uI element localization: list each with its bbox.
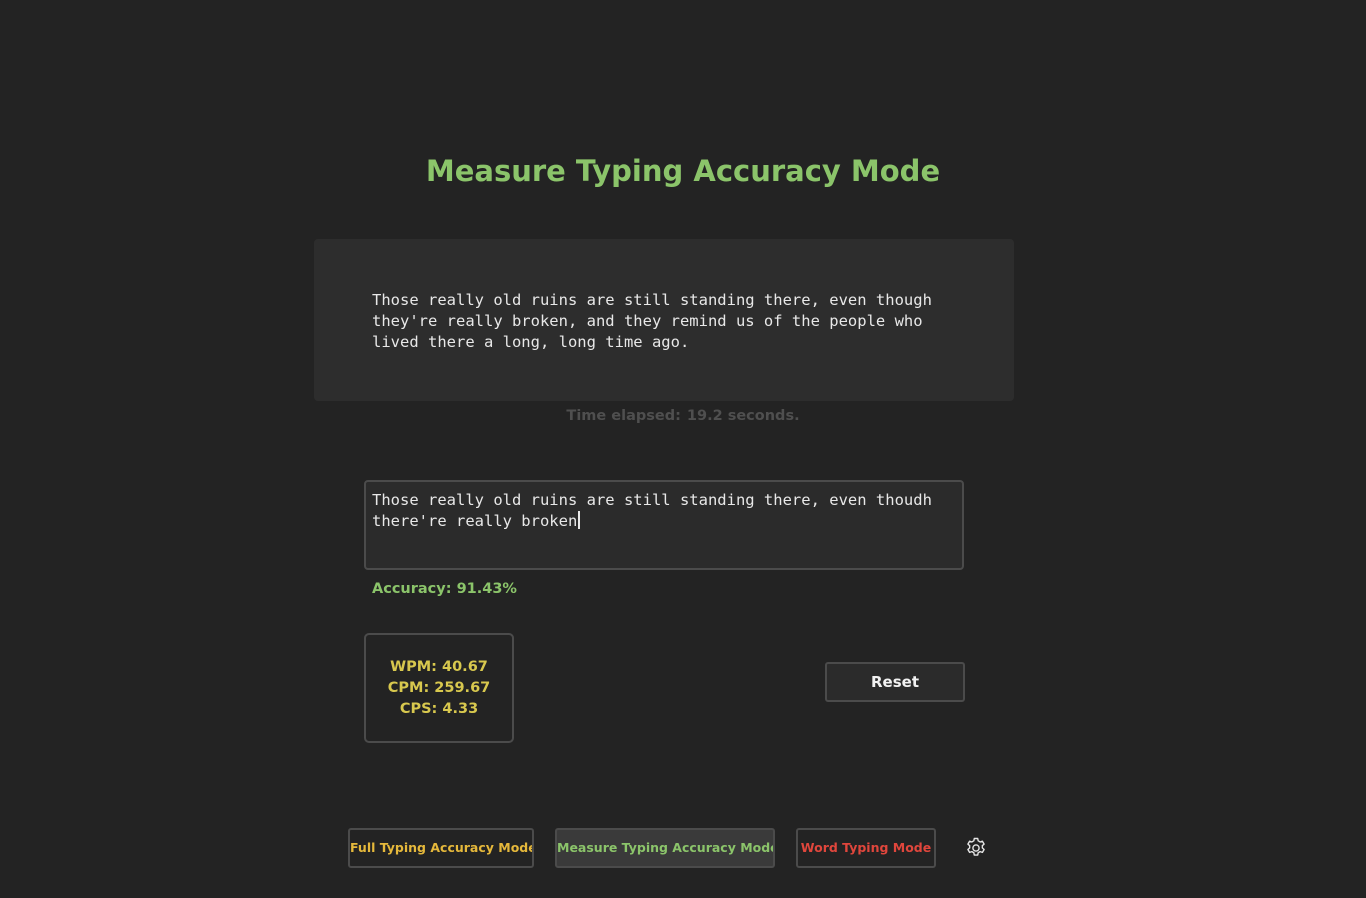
speed-stats-panel: WPM: 40.67 CPM: 259.67 CPS: 4.33 xyxy=(364,633,514,743)
time-elapsed-label: Time elapsed: xyxy=(566,408,681,424)
gear-icon-graphic xyxy=(967,837,985,856)
gear-icon[interactable] xyxy=(964,836,988,860)
accuracy-readout: Accuracy: 91.43% xyxy=(372,581,517,597)
time-elapsed: Time elapsed: 19.2 seconds. xyxy=(0,406,1366,426)
cpm-stat: CPM: 259.67 xyxy=(387,680,491,696)
measure-typing-accuracy-mode-button[interactable]: Measure Typing Accuracy Mode xyxy=(555,828,775,868)
reset-button[interactable]: Reset xyxy=(825,662,965,702)
prompt-panel: Those really old ruins are still standin… xyxy=(314,239,1014,401)
typing-app: Measure Typing Accuracy Mode Those reall… xyxy=(0,0,1366,898)
cps-stat: CPS: 4.33 xyxy=(399,701,479,717)
time-elapsed-value: 19.2 seconds. xyxy=(686,408,800,424)
wpm-stat: WPM: 40.67 xyxy=(390,659,488,675)
page-title: Measure Typing Accuracy Mode xyxy=(425,154,941,188)
typing-input-text[interactable]: Those really old ruins are still standin… xyxy=(372,490,952,532)
typing-input[interactable]: Those really old ruins are still standin… xyxy=(364,480,964,570)
prompt-text: Those really old ruins are still standin… xyxy=(372,291,942,351)
word-typing-mode-button[interactable]: Word Typing Mode xyxy=(796,828,936,868)
typing-input-value: Those really old ruins are still standin… xyxy=(372,491,942,530)
full-typing-accuracy-mode-button[interactable]: Full Typing Accuracy Mode xyxy=(348,828,534,868)
text-caret xyxy=(578,511,581,529)
